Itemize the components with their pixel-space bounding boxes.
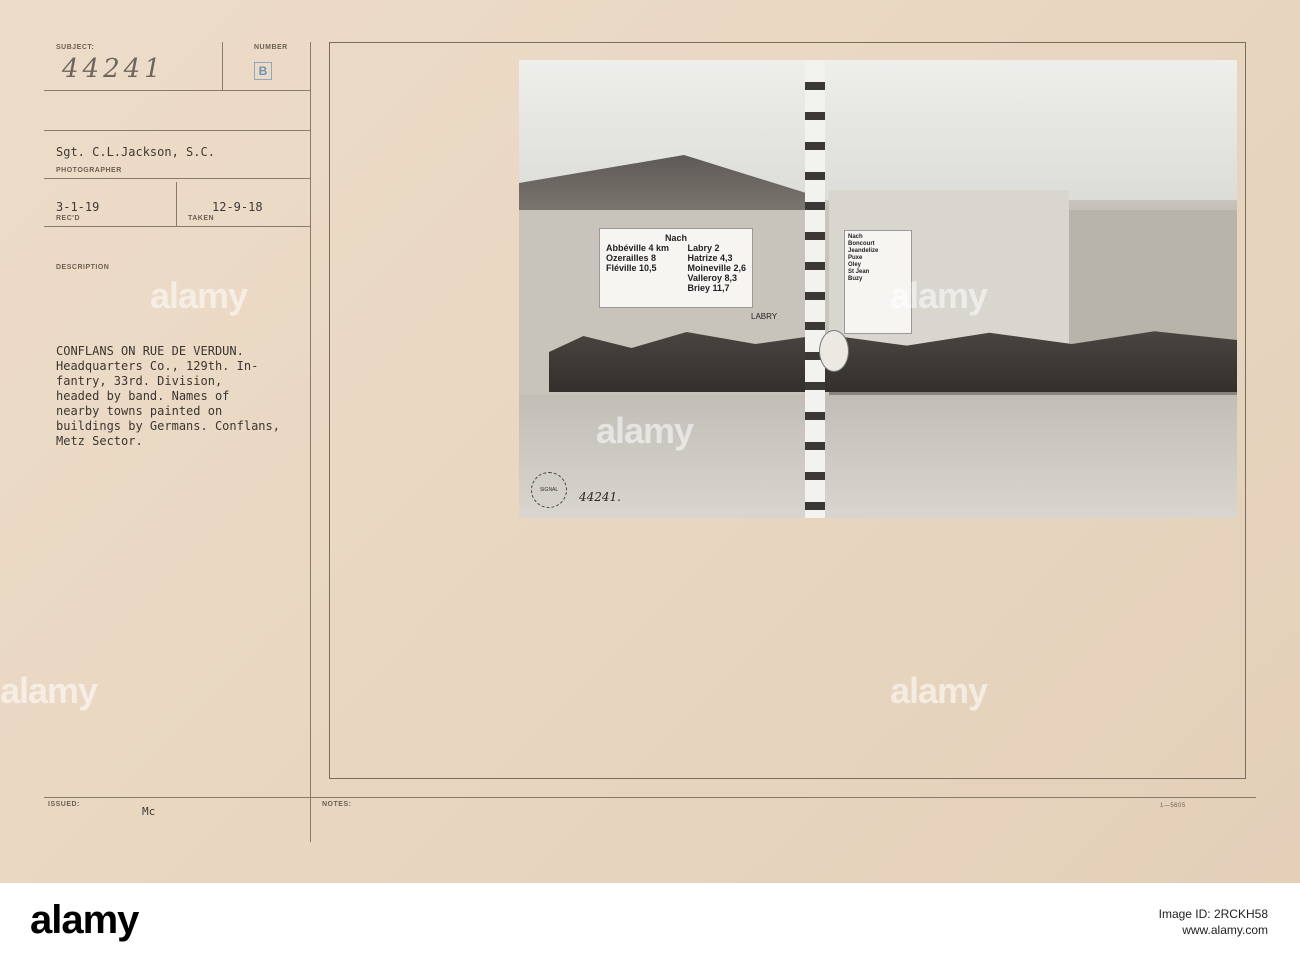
watermark-logo: alamy — [890, 275, 988, 316]
subject-number: 44241 — [62, 54, 165, 84]
header-rule — [44, 90, 311, 91]
shop-sign: LABRY — [751, 312, 778, 321]
issued-initials: Mc — [142, 805, 156, 818]
pole-sign — [819, 330, 849, 372]
subject-divider — [222, 42, 223, 90]
dates-bottom-rule — [44, 226, 311, 227]
image-id: Image ID: 2RCKH58 — [1158, 907, 1268, 921]
form-number: 1—5605 — [1160, 803, 1186, 809]
number-label: NUMBER — [254, 44, 288, 51]
subject-label: SUBJECT: — [56, 44, 95, 51]
town-sign-left-col-a: Abbéville 4 km Ozerailles 8 Fléville 10,… — [606, 243, 670, 273]
notes-label: NOTES: — [322, 801, 352, 808]
watermark-logo: alamy — [596, 410, 694, 451]
town-sign-left-col-b: Labry 2 Hatrize 4,3 Moineville 2,6 Valle… — [687, 243, 746, 293]
received-label: REC'D — [56, 215, 80, 222]
description-label: DESCRIPTION — [56, 264, 110, 271]
watermark-logo: alamy — [150, 275, 248, 316]
taken-label: TAKEN — [188, 215, 215, 222]
stock-banner — [0, 883, 1300, 971]
bottom-rule — [44, 797, 1256, 798]
photographer-rule — [44, 130, 311, 131]
issued-label: ISSUED: — [48, 801, 80, 808]
archival-record-card: SUBJECT: 44241 NUMBER B Sgt. C.L.Jackson… — [0, 0, 1300, 883]
site-link[interactable]: www.alamy.com — [1159, 922, 1268, 938]
photo-number: 44241. — [579, 490, 621, 504]
watermark-logo: alamy — [0, 670, 98, 711]
signal-corps-stamp: SIGNAL CORPS USA — [531, 472, 567, 508]
dates-divider — [176, 182, 177, 226]
town-sign-left-title: Nach — [664, 233, 687, 243]
photographer-bottom-rule — [44, 178, 311, 179]
number-stamp: B — [254, 62, 272, 80]
received-date: 3-1-19 — [56, 200, 100, 214]
watermark-logo: alamy — [890, 670, 988, 711]
striped-pole — [805, 60, 825, 518]
photographer-name: Sgt. C.L.Jackson, S.C. — [56, 145, 215, 159]
photographer-label: PHOTOGRAPHER — [56, 167, 122, 174]
town-sign-left: Nach Abbéville 4 km Ozerailles 8 Flévill… — [599, 228, 753, 308]
description-text: CONFLANS ON RUE DE VERDUN. Headquarters … — [56, 344, 280, 448]
banner-info: Image ID: 2RCKH58 www.alamy.com — [1159, 906, 1268, 938]
alamy-logo[interactable]: alamy — [30, 898, 139, 943]
taken-date: 12-9-18 — [212, 200, 263, 214]
